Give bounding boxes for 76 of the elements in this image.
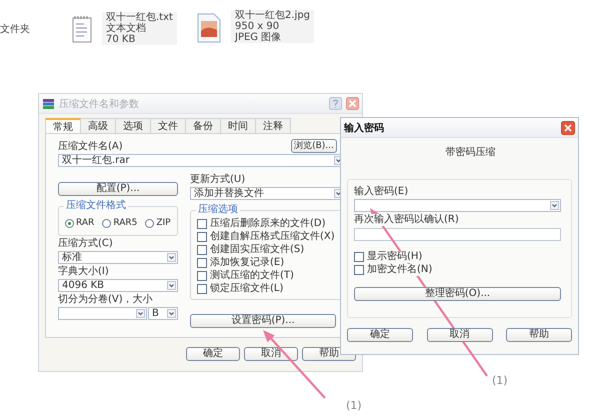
radio-label: RAR5 [113,218,138,228]
dropdown-field[interactable]: 4096 KB [58,279,178,292]
checkbox[interactable] [197,258,207,268]
group-title: 压缩文件格式 [64,200,128,212]
file-label: 文件夹 [0,24,30,35]
password-confirm-field[interactable] [354,228,561,241]
checkbox-label: 创建自解压格式压缩文件(X) [210,230,335,242]
tab[interactable]: 高级 [80,118,116,133]
dialog-heading: 带密码压缩 [444,146,496,160]
tab[interactable]: 时间 [220,118,256,133]
field-label: 再次输入密码以确认(R) [354,214,459,226]
archive-app-icon [42,98,55,110]
tab[interactable]: 注释 [255,118,291,133]
tab[interactable]: 常规 [45,118,81,133]
dropdown-field[interactable]: 标准 [58,251,178,264]
radio-label: RAR [76,218,94,228]
button[interactable]: 浏览(B)... [291,139,337,153]
password-field[interactable] [354,199,561,212]
button[interactable]: 确定 [186,347,240,361]
checkbox[interactable] [197,284,207,294]
checkbox[interactable] [354,264,364,274]
window-title: 输入密码 [344,122,385,134]
field-label: 压缩文件名(A) [58,141,123,153]
file-label: 950 x 90 [235,21,280,32]
checkbox[interactable] [197,218,207,228]
close-icon [561,120,575,134]
file-label: 双十一红包.txt [106,12,173,23]
file-label: JPEG 图像 [235,32,282,43]
checkbox[interactable] [197,244,207,254]
dropdown-arrow-icon [136,309,145,318]
button[interactable]: 取消 [244,347,298,361]
group-title: 压缩选项 [196,204,240,216]
field-label: 输入密码(E) [354,186,408,198]
checkbox[interactable] [197,232,207,242]
dropdown-arrow-icon [167,253,176,262]
tab[interactable]: 文件 [150,118,186,133]
annotation-label: (1) [492,374,508,387]
close-icon [346,97,359,110]
button[interactable]: 设置密码(P)... [190,314,336,328]
text-file-icon [72,15,92,43]
checkbox-label: 添加恢复记录(E) [210,256,284,268]
checkbox-label: 测试压缩的文件(T) [210,270,294,282]
checkbox-label: 显示密码(H) [367,250,424,262]
file-label: 文本文档 [106,23,147,34]
file-label: 双十一红包2.jpg [235,10,310,21]
file-label: 70 KB [106,34,136,45]
tab[interactable]: 备份 [185,118,221,133]
radio-label: ZIP [156,218,171,228]
field-label: 字典大小(I) [58,266,110,278]
button[interactable]: 帮助 [506,328,572,342]
help-icon [329,97,342,110]
checkbox[interactable] [197,270,207,280]
annotation-label: (1) [346,399,362,412]
dropdown-arrow-icon [550,201,559,210]
button[interactable]: 取消 [426,328,492,342]
image-file-icon [197,13,221,43]
dropdown-arrow-icon [167,281,176,290]
tab[interactable]: 选项 [115,118,151,133]
checkbox-label: 创建固实压缩文件(S) [210,244,304,256]
field-label: 压缩方式(C) [58,238,114,250]
field-label: 切分为分卷(V)，大小 [58,294,154,306]
window-title: 压缩文件名和参数 [59,98,140,110]
field-label: 更新方式(U) [190,174,246,186]
unit-dropdown[interactable]: B [148,307,178,320]
radio-button[interactable] [65,218,74,228]
checkbox-label: 锁定压缩文件(L) [210,282,284,294]
radio-button[interactable] [102,218,112,228]
button[interactable]: 确定 [347,328,413,342]
checkbox[interactable] [354,252,364,262]
button[interactable]: 配置(P)... [58,182,178,196]
radio-button[interactable] [145,218,154,228]
dropdown-arrow-icon [167,309,176,318]
volume-size-field[interactable] [58,307,147,320]
checkbox-label: 加密文件名(N) [367,264,434,276]
checkbox-label: 压缩后删除原来的文件(D) [210,218,326,230]
button[interactable]: 整理密码(O)... [354,287,561,301]
